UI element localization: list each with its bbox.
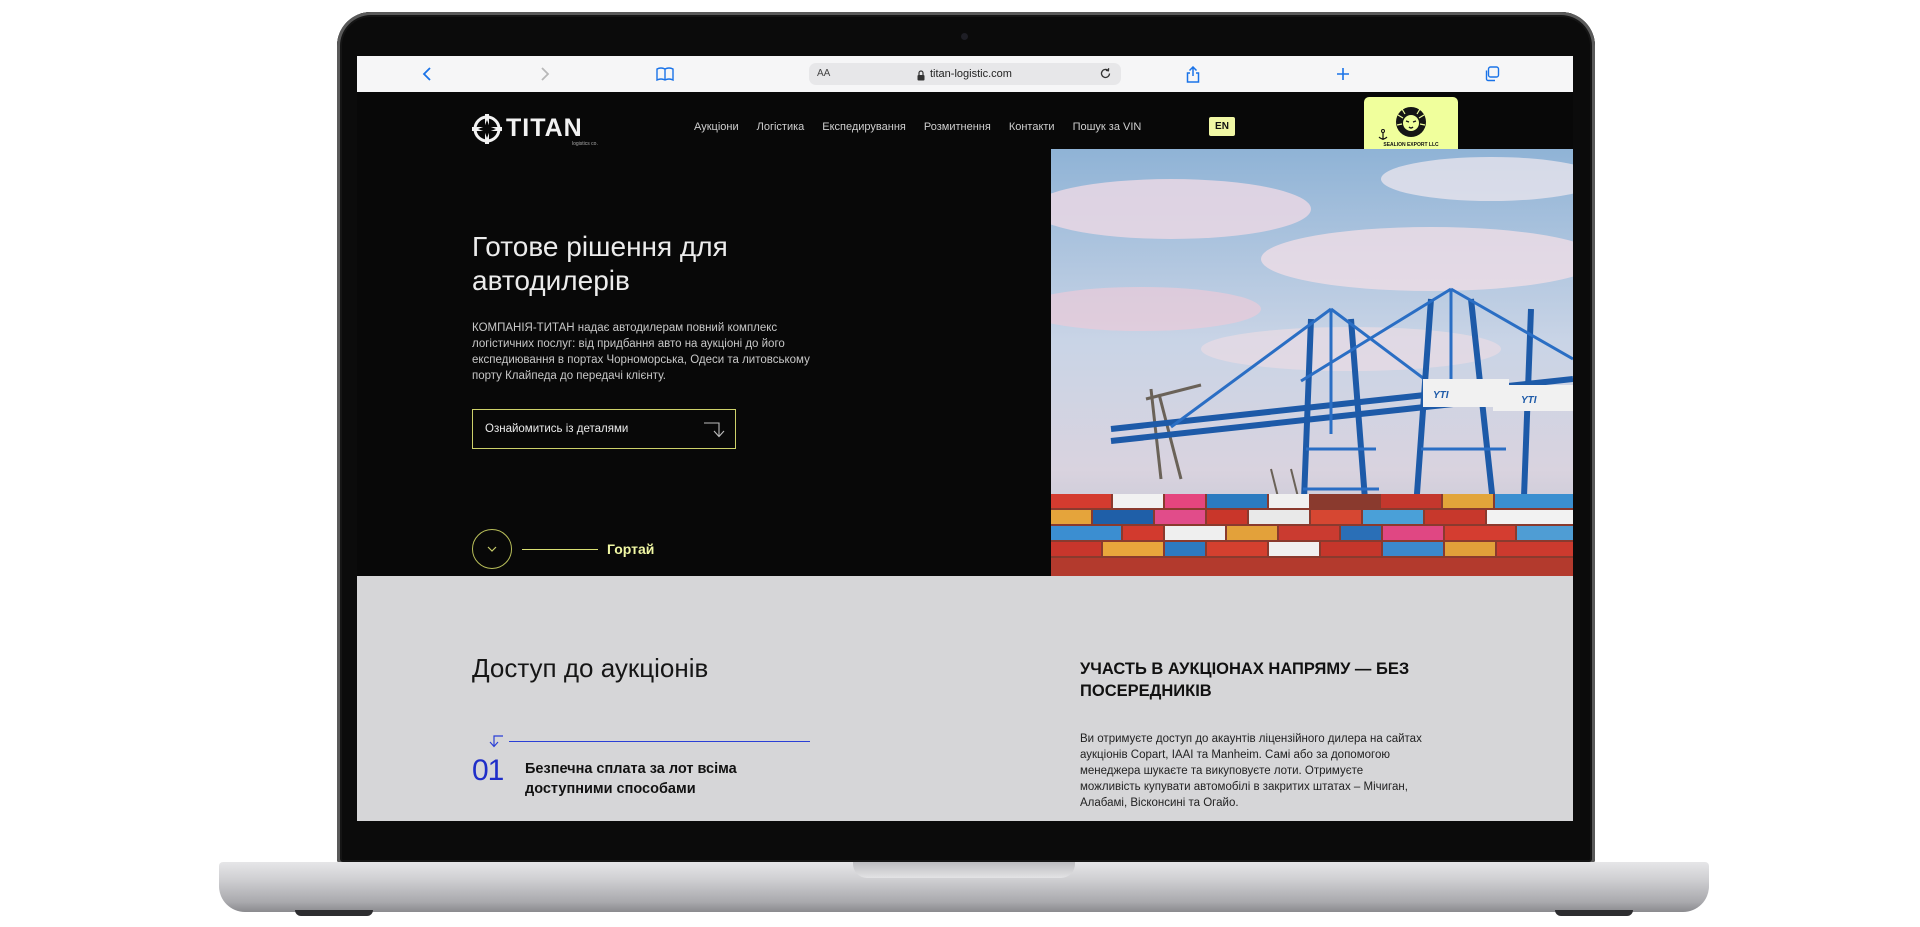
- main-nav: Аукціони Логістика Експедирування Розмит…: [694, 121, 1159, 133]
- back-icon[interactable]: [417, 64, 437, 84]
- reload-icon[interactable]: [1099, 67, 1112, 85]
- hero-port-image: YTI YTI: [1051, 149, 1573, 577]
- hero-description: КОМПАНІЯ-ТИТАН надає автодилерам повний …: [472, 322, 810, 382]
- share-icon[interactable]: [1183, 64, 1203, 84]
- chevron-down-icon: [487, 546, 497, 552]
- laptop-foot: [295, 910, 373, 916]
- arrow-down-right-icon: [704, 422, 725, 438]
- browser-toolbar: AA titan-logistic.com: [357, 56, 1573, 93]
- url-text: titan-logistic.com: [930, 68, 1012, 80]
- bookmarks-icon[interactable]: [655, 64, 675, 84]
- lion-logo-icon: [1396, 107, 1426, 137]
- anchor-icon: [1378, 129, 1388, 140]
- details-button-label: Ознайомитись із деталями: [485, 423, 629, 435]
- tabs-overview-icon[interactable]: [1482, 64, 1502, 84]
- step-text: Безпечна сплата за лот всіма доступними …: [525, 761, 737, 797]
- scroll-down-button[interactable]: [472, 529, 512, 569]
- nav-item-auctions[interactable]: Аукціони: [694, 121, 739, 133]
- svg-text:YTI: YTI: [1433, 390, 1449, 401]
- feature-description: Ви отримуєте доступ до акаунтів ліцензій…: [1080, 733, 1422, 809]
- laptop-notch: [853, 862, 1075, 878]
- section-title: Доступ до аукціонів: [472, 653, 709, 683]
- site-logo[interactable]: TITAN logistics co.: [472, 112, 612, 147]
- auction-access-section: Доступ до аукціонів 01 Безпечна сплата з…: [357, 576, 1573, 821]
- step-number: 01: [472, 754, 504, 787]
- forward-icon[interactable]: [535, 64, 555, 84]
- hero-title: Готове рішення для автодилерів: [472, 231, 728, 296]
- step-divider: [509, 741, 810, 742]
- lock-icon: [917, 68, 925, 86]
- laptop-foot: [1555, 910, 1633, 916]
- scroll-label[interactable]: Гортай: [607, 541, 654, 557]
- language-switch[interactable]: EN: [1209, 117, 1235, 136]
- address-bar[interactable]: AA titan-logistic.com: [809, 63, 1121, 85]
- svg-text:YTI: YTI: [1521, 395, 1537, 406]
- logo-text: TITAN: [506, 114, 583, 142]
- nav-item-forwarding[interactable]: Експедирування: [822, 121, 906, 133]
- step-arrow-icon: [489, 735, 503, 748]
- new-tab-icon[interactable]: [1333, 64, 1353, 84]
- partner-name: SEALION EXPORT LLC: [1383, 142, 1439, 148]
- logo-subtitle: logistics co.: [572, 141, 598, 147]
- scroll-line: [522, 549, 598, 550]
- reader-aa-label[interactable]: AA: [817, 68, 830, 79]
- nav-item-logistics[interactable]: Логістика: [757, 121, 805, 133]
- details-button[interactable]: Ознайомитись із деталями: [472, 409, 736, 449]
- nav-item-contacts[interactable]: Контакти: [1009, 121, 1055, 133]
- port-cranes-illustration: YTI YTI: [1051, 149, 1573, 577]
- camera: [961, 33, 968, 40]
- titan-emblem-icon: [472, 114, 502, 144]
- nav-item-vin-search[interactable]: Пошук за VIN: [1073, 121, 1142, 133]
- nav-item-customs[interactable]: Розмитнення: [924, 121, 991, 133]
- laptop-screen: AA titan-logistic.com TITAN logistics co…: [357, 56, 1573, 821]
- feature-title: УЧАСТЬ В АУКЦІОНАХ НАПРЯМУ — БЕЗ ПОСЕРЕД…: [1080, 660, 1410, 700]
